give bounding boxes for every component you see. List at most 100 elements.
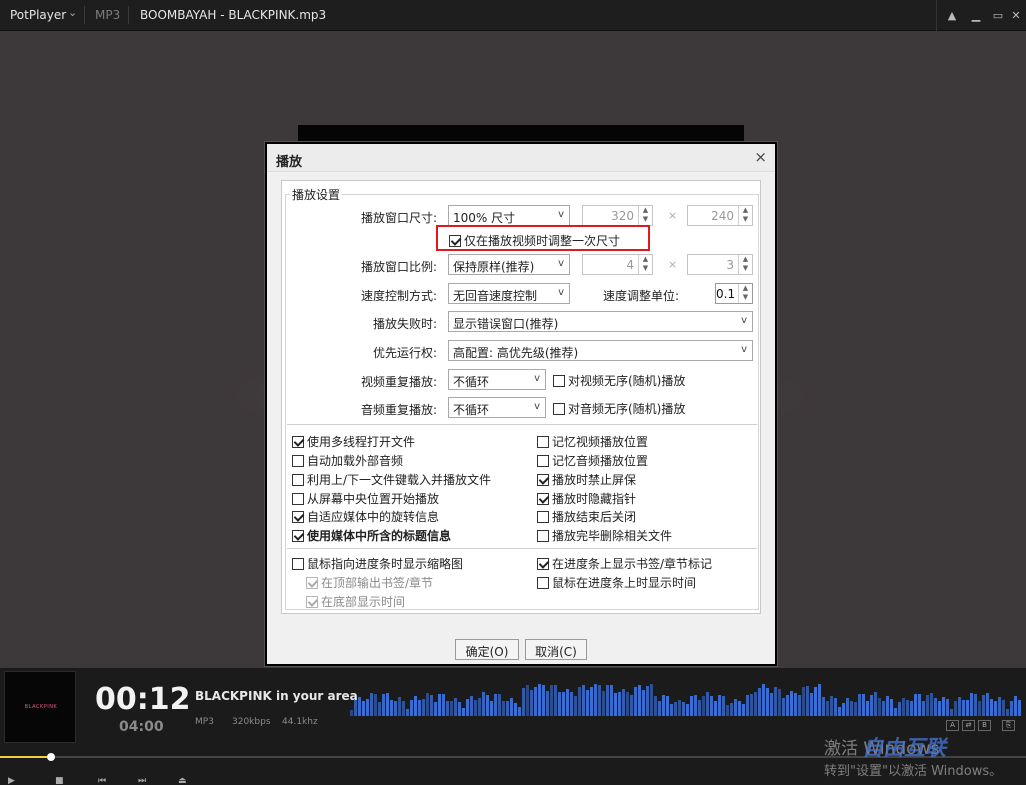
spin-buttons[interactable]: ▲ ▼	[638, 255, 652, 274]
video-repeat-select[interactable]: 不循环 v	[448, 369, 546, 390]
seek-thumbnail-checkbox[interactable]: 鼠标指向进度条时显示缩略图	[292, 555, 463, 572]
spin-up-icon[interactable]: ▲	[739, 206, 752, 215]
ok-button[interactable]: 确定(O)	[455, 639, 519, 660]
use-title-info-checkbox[interactable]: 使用媒体中所含的标题信息	[292, 527, 451, 544]
ratio-height-spinner[interactable]: 3 ▲ ▼	[687, 254, 753, 275]
spin-buttons[interactable]: ▲ ▼	[738, 284, 752, 303]
seek-knob[interactable]	[47, 753, 56, 761]
minimize-icon[interactable]: ▁	[964, 0, 988, 31]
prev-next-load-checkbox[interactable]: 利用上/下一文件键载入并播放文件	[292, 471, 491, 488]
visualizer-bar	[886, 696, 889, 716]
visualizer-bar	[978, 701, 981, 716]
speed-unit-label: 速度调整单位:	[602, 289, 679, 303]
window-ratio-select[interactable]: 保持原样(推荐) v	[448, 254, 570, 275]
checkbox-box[interactable]	[292, 493, 304, 505]
spin-up-icon[interactable]: ▲	[739, 284, 752, 293]
visualizer-bar	[630, 695, 633, 716]
window-width-value: 320	[611, 209, 634, 223]
cancel-button[interactable]: 取消(C)	[525, 639, 587, 660]
visualizer-bar	[878, 697, 881, 716]
visualizer-bar	[1002, 700, 1005, 716]
checkbox-box[interactable]	[292, 511, 304, 523]
audio-repeat-select[interactable]: 不循环 v	[448, 397, 546, 418]
play-fail-select[interactable]: 显示错误窗口(推荐) v	[448, 311, 753, 332]
show-chapter-marks-checkbox[interactable]: 在进度条上显示书签/章节标记	[537, 555, 712, 572]
next-icon[interactable]: ⏭	[138, 776, 148, 785]
visualizer-bar	[390, 699, 393, 716]
stop-icon[interactable]: ■	[55, 776, 65, 785]
close-on-end-checkbox[interactable]: 播放结束后关闭	[537, 508, 636, 525]
checkbox-box[interactable]	[292, 474, 304, 486]
visualizer-bar	[650, 684, 653, 716]
open-icon[interactable]: ⏏	[178, 776, 188, 785]
spin-buttons[interactable]: ▲ ▼	[738, 255, 752, 274]
speed-unit-spinner[interactable]: 0.1 ▲ ▼	[715, 283, 753, 304]
spin-up-icon[interactable]: ▲	[639, 255, 652, 264]
spin-down-icon[interactable]: ▼	[739, 264, 752, 273]
checkbox-box[interactable]	[537, 511, 549, 523]
app-menu-button[interactable]: PotPlayer	[10, 8, 66, 22]
activation-watermark-subtitle: 转到"设置"以激活 Windows。	[824, 764, 1003, 779]
checkbox-box[interactable]	[292, 455, 304, 467]
auto-rotate-checkbox[interactable]: 自适应媒体中的旋转信息	[292, 508, 439, 525]
ab-repeat-swap-icon[interactable]: ⇄	[962, 720, 975, 731]
spin-down-icon[interactable]: ▼	[739, 293, 752, 302]
pin-icon[interactable]: ▲	[940, 0, 964, 31]
ratio-width-spinner[interactable]: 4 ▲ ▼	[582, 254, 653, 275]
spin-buttons[interactable]: ▲ ▼	[738, 206, 752, 225]
center-start-checkbox[interactable]: 从屏幕中央位置开始播放	[292, 490, 439, 507]
video-shuffle-checkbox[interactable]: 对视频无序(随机)播放	[553, 372, 685, 389]
visualizer-bar	[546, 691, 549, 716]
speed-mode-select[interactable]: 无回音速度控制 v	[448, 283, 570, 304]
spin-down-icon[interactable]: ▼	[739, 215, 752, 224]
disable-screensaver-checkbox[interactable]: 播放时禁止屏保	[537, 471, 636, 488]
hover-time-checkbox[interactable]: 鼠标在进度条上时显示时间	[537, 574, 696, 591]
checkbox-box[interactable]	[537, 577, 549, 589]
checkbox-box[interactable]	[292, 436, 304, 448]
audio-shuffle-checkbox[interactable]: 对音频无序(随机)播放	[553, 400, 685, 417]
checkbox-box[interactable]	[537, 558, 549, 570]
remember-audio-pos-checkbox[interactable]: 记忆音频播放位置	[537, 452, 648, 469]
visualizer-bar	[726, 704, 729, 716]
checkbox-box[interactable]	[553, 403, 565, 415]
visualizer-bar	[574, 696, 577, 716]
checkbox-box[interactable]	[537, 493, 549, 505]
ab-repeat-a-icon[interactable]: A	[946, 720, 959, 731]
checkbox-box[interactable]	[537, 530, 549, 542]
priority-select[interactable]: 高配置: 高优先级(推荐) v	[448, 340, 753, 361]
checkbox-box[interactable]	[537, 474, 549, 486]
visualizer-bar	[626, 692, 629, 716]
window-height-spinner[interactable]: 240 ▲ ▼	[687, 205, 753, 226]
auto-load-audio-checkbox[interactable]: 自动加载外部音频	[292, 452, 403, 469]
spin-down-icon[interactable]: ▼	[639, 215, 652, 224]
delete-after-play-checkbox[interactable]: 播放完毕删除相关文件	[537, 527, 672, 544]
spin-up-icon[interactable]: ▲	[639, 206, 652, 215]
checkbox-box[interactable]	[292, 558, 304, 570]
chevron-down-icon[interactable]: ⌄	[68, 6, 77, 19]
close-icon[interactable]: ×	[754, 148, 767, 166]
visualizer-bar	[646, 686, 649, 716]
spin-down-icon[interactable]: ▼	[639, 264, 652, 273]
checkbox-box[interactable]	[553, 375, 565, 387]
play-icon[interactable]: ▶	[8, 776, 18, 785]
remember-video-pos-checkbox[interactable]: 记忆视频播放位置	[537, 433, 648, 450]
window-size-label: 播放窗口尺寸:	[360, 211, 437, 225]
checkbox-box[interactable]	[537, 455, 549, 467]
spin-up-icon[interactable]: ▲	[739, 255, 752, 264]
multithread-open-checkbox[interactable]: 使用多线程打开文件	[292, 433, 415, 450]
hide-pointer-checkbox[interactable]: 播放时隐藏指针	[537, 490, 636, 507]
spin-buttons[interactable]: ▲ ▼	[638, 206, 652, 225]
section-divider	[287, 548, 757, 549]
visualizer-bar	[642, 690, 645, 716]
close-icon[interactable]: ✕	[1004, 0, 1026, 31]
window-width-spinner[interactable]: 320 ▲ ▼	[582, 205, 653, 226]
screenshot-icon[interactable]: ⎘	[1002, 720, 1015, 731]
checkbox-box[interactable]	[537, 436, 549, 448]
window-size-select[interactable]: 100% 尺寸 v	[448, 205, 570, 226]
checkbox-label: 播放时禁止屏保	[552, 473, 637, 487]
previous-icon[interactable]: ⏮	[98, 776, 108, 785]
visualizer-bar	[518, 707, 521, 716]
ab-repeat-b-icon[interactable]: B	[978, 720, 991, 731]
checkbox-box[interactable]	[292, 530, 304, 542]
checkbox-label: 播放结束后关闭	[552, 510, 637, 524]
